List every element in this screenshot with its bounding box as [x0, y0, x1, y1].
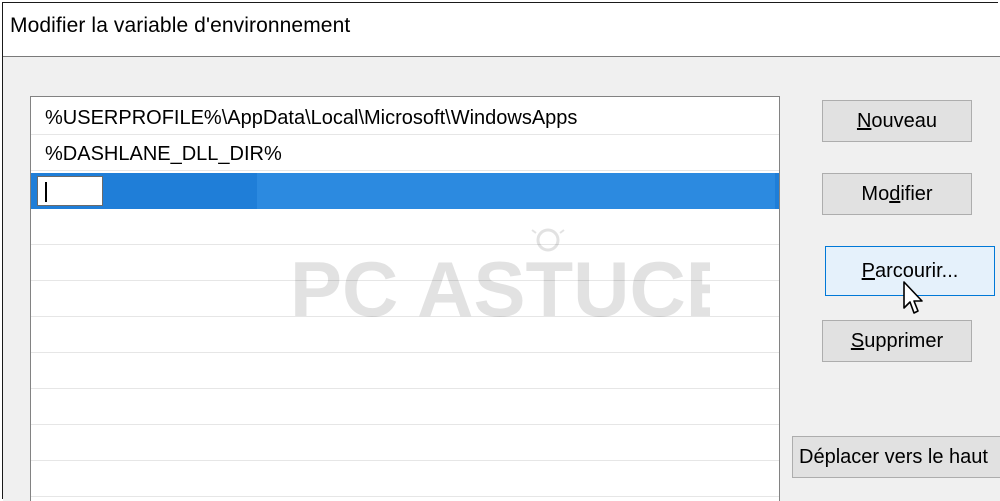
list-item[interactable]: %USERPROFILE%\AppData\Local\Microsoft\Wi… — [31, 99, 779, 135]
list-item[interactable] — [31, 425, 779, 461]
list-item[interactable] — [31, 461, 779, 497]
inline-edit-field[interactable] — [37, 176, 103, 206]
list-item[interactable] — [31, 389, 779, 425]
list-item-selected[interactable] — [31, 173, 779, 209]
list-item-label: %USERPROFILE%\AppData\Local\Microsoft\Wi… — [45, 107, 578, 129]
deplacer-haut-button[interactable]: Déplacer vers le haut — [792, 436, 1000, 478]
list-item[interactable] — [31, 353, 779, 389]
pcastuces-watermark-logo: PC ASTUCES — [290, 228, 710, 333]
text-caret — [45, 182, 47, 202]
modifier-button[interactable]: Modifier — [822, 173, 972, 215]
list-item[interactable]: %DASHLANE_DLL_DIR% — [31, 135, 779, 171]
supprimer-button[interactable]: Supprimer — [822, 320, 972, 362]
nouveau-button[interactable]: Nouveau — [822, 100, 972, 142]
selection-highlight — [257, 173, 775, 209]
svg-text:PC ASTUCES: PC ASTUCES — [290, 245, 710, 333]
dialog-title: Modifier la variable d'environnement — [10, 14, 351, 37]
list-item-label: %DASHLANE_DLL_DIR% — [45, 143, 282, 165]
mouse-pointer-icon — [903, 281, 923, 314]
